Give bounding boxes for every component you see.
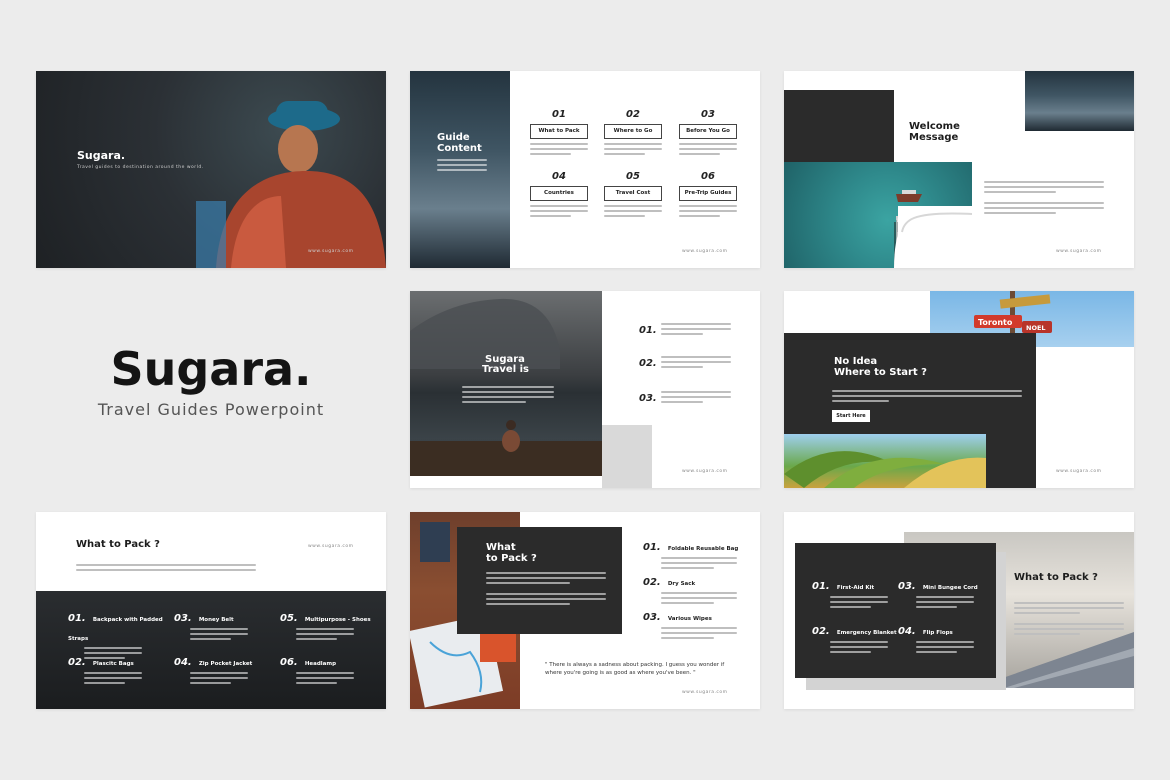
lake-illustration [410,298,602,476]
guide-website: www.sugara.com [682,249,728,254]
guide-item-3[interactable]: 03 Before You Go [679,109,737,158]
cover-title: Sugara. [77,149,126,162]
slide-cover[interactable]: Sugara. Travel guides to destination aro… [36,71,386,268]
gray-accent-block [602,425,652,488]
pack2-website: www.sugara.com [682,690,728,695]
wing-window-photo [1025,71,1134,131]
travel-website: www.sugara.com [682,469,728,474]
guide-item-1[interactable]: 01 What to Pack [530,109,588,158]
welcome-website: www.sugara.com [1056,249,1102,254]
pack2-item-3[interactable]: 03. Various Wipes [643,605,753,642]
brand-subtitle: Travel Guides Powerpoint [97,400,325,419]
cover-tagline: Travel guides to destination around the … [77,165,204,170]
pack1-item-3[interactable]: 03. Money Belt [174,606,274,643]
pack2-title-line2: to Pack ? [486,553,537,564]
pack3-item-1[interactable]: 01. First-Aid Kit [812,574,902,611]
pack3-body-text [1014,602,1124,638]
welcome-body-text [984,181,1104,217]
palm-photo [784,434,986,488]
guide-item-label: Pre-Trip Guides [679,186,737,201]
guide-title-line1: Guide [437,132,470,143]
pack3-title: What to Pack ? [1014,572,1098,583]
travel-point-3[interactable]: 03. [639,391,739,409]
no-idea-body-text [832,390,1022,405]
guide-item-label: What to Pack [530,124,588,139]
pack1-intro-text [76,564,256,574]
no-idea-title-line1: No Idea [834,356,878,367]
pack3-item-3[interactable]: 03. Mini Bungee Cord [898,574,994,611]
slide-welcome[interactable]: Welcome Message www.sugara.com [784,71,1134,268]
welcome-dark-block [784,90,894,162]
travel-title-line2: Travel is [482,364,529,375]
guide-item-label: Countries [530,186,588,201]
lake-photo [410,291,602,476]
slide-travel-is[interactable]: Sugara Travel is 01. 02. 03. www.sugara.… [410,291,760,488]
guide-item-2[interactable]: 02 Where to Go [604,109,662,158]
travel-point-2[interactable]: 02. [639,356,739,374]
guide-item-label: Where to Go [604,124,662,139]
brand-block: Sugara. Travel Guides Powerpoint [36,340,386,430]
travel-intro-text [462,386,554,406]
guide-intro-text [437,159,487,174]
slide-guide-content[interactable]: Guide Content 01 What to Pack 02 Where t… [410,71,760,268]
guide-item-label: Travel Cost [604,186,662,201]
pack3-item-4[interactable]: 04. Flip Flops [898,619,994,656]
brand-title: Sugara. [110,342,312,396]
welcome-title-line2: Message [909,132,959,143]
pack2-quote: " There is always a sadness about packin… [545,662,725,676]
pack1-item-4[interactable]: 04. Zip Pocket Jacket [174,650,274,687]
guide-item-6[interactable]: 06 Pre-Trip Guides [679,171,737,220]
slide-what-to-pack-1[interactable]: What to Pack ? www.sugara.com 01. Backpa… [36,512,386,709]
pack2-item-2[interactable]: 02. Dry Sack [643,570,753,607]
guide-item-label: Before You Go [679,124,737,139]
slide-what-to-pack-2[interactable]: What to Pack ? 01. Foldable Reusable Bag… [410,512,760,709]
sign-noel: NOEL [1026,324,1046,332]
guide-item-4[interactable]: 04 Countries [530,171,588,220]
slide-no-idea[interactable]: Toronto NOEL No Idea Where to Start ? St… [784,291,1134,488]
pack1-website: www.sugara.com [308,544,354,549]
pack1-title: What to Pack ? [76,539,160,550]
pack2-body-text [486,572,606,608]
pack1-item-2[interactable]: 02. Plascitc Bags [68,650,168,687]
sea-window-photo [784,162,973,268]
cover-website: www.sugara.com [308,249,354,254]
no-idea-title-line2: Where to Start ? [834,367,927,378]
guide-title-line2: Content [437,143,482,154]
slide-what-to-pack-3[interactable]: What to Pack ? 01. First-Aid Kit 03. Min… [784,512,1134,709]
pack2-item-1[interactable]: 01. Foldable Reusable Bag [643,535,753,572]
start-here-button[interactable]: Start Here [832,410,870,422]
palm-leaves [784,451,986,488]
guide-item-5[interactable]: 05 Travel Cost [604,171,662,220]
travel-point-1[interactable]: 01. [639,323,739,341]
pack1-item-6[interactable]: 06. Headlamp [280,650,380,687]
pack1-item-5[interactable]: 05. Multipurpose - Shoes [280,606,384,643]
no-idea-website: www.sugara.com [1056,469,1102,474]
ship-icon [894,190,973,268]
pack2-title-line1: What [486,542,516,553]
sign-toronto: Toronto [978,318,1013,327]
pack3-item-2[interactable]: 02. Emergency Blanket [812,619,902,656]
welcome-title-line1: Welcome [909,121,960,132]
